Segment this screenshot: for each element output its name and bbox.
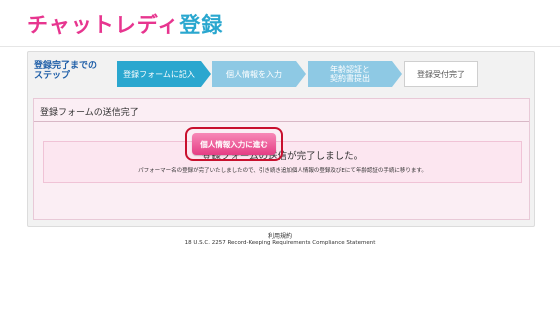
step-2-arrow [296,61,306,87]
terms-link[interactable]: 利用規約 [0,231,560,240]
step-3: 年齢認証と 契約書提出 [308,61,392,87]
step-1-arrow [201,61,211,87]
step-3-arrow [392,61,402,87]
section-divider [34,121,529,122]
logo-text-part2: 登録 [179,13,224,37]
form-complete-section: 登録フォームの送信完了 登録フォームの送信が完了しました。 パフォーマー名の登録… [33,98,530,220]
usc-2257-link[interactable]: 18 U.S.C. 2257 Record-Keeping Requiremen… [0,240,560,246]
site-header: チャットレディ登録 [0,0,560,47]
step-2: 個人情報を入力 [212,61,296,87]
site-logo[interactable]: チャットレディ登録 [27,9,223,39]
section-title: 登録フォームの送信完了 [40,108,139,118]
step-progress: 登録完了までの ステップ 登録フォームに記入 個人情報を入力 年齢認証と 契約書… [28,52,534,96]
steps-heading: 登録完了までの ステップ [34,61,98,81]
step-4: 登録受付完了 [404,61,478,87]
proceed-to-personal-info-button[interactable]: 個人情報入力に進む [192,133,276,155]
logo-text-part1: チャットレディ [27,13,180,37]
completion-message-secondary: パフォーマー名の登録が完了いたしましたので、引き続き追加個人情報の登録及びEにて… [138,168,427,174]
step-1: 登録フォームに記入 [117,61,201,87]
